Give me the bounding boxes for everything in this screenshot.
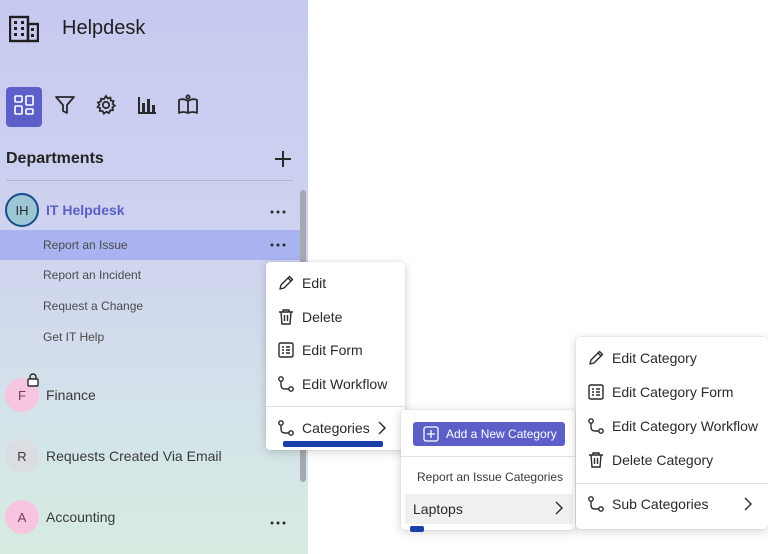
form-icon (276, 340, 296, 360)
lock-icon (26, 373, 40, 387)
more-options-icon[interactable] (266, 204, 290, 220)
workflow-icon (276, 418, 296, 438)
sub-item-label: Get IT Help (43, 330, 105, 344)
menu-item-label: Edit Category Workflow (612, 418, 759, 434)
sidebar: Helpdesk Departments IH IT Helpdesk Repo… (0, 0, 308, 554)
category-item-laptops[interactable]: Laptops (405, 494, 573, 524)
department-accounting[interactable]: A Accounting (0, 497, 300, 537)
menu-item-label: Edit Category (612, 350, 697, 366)
avatar: R (5, 439, 39, 473)
menu-item-delete-category[interactable]: Delete Category (576, 444, 768, 476)
pencil-icon (276, 273, 296, 293)
menu-item-edit-category[interactable]: Edit Category (576, 342, 768, 374)
menu-item-edit-category-form[interactable]: Edit Category Form (576, 376, 768, 408)
settings-button[interactable] (88, 87, 124, 127)
sub-item-label: Request a Change (43, 299, 144, 313)
categories-heading: Report an Issue Categories (417, 470, 564, 484)
more-options-icon[interactable] (266, 515, 290, 531)
sub-item-report-an-incident[interactable]: Report an Incident (0, 260, 300, 290)
dashboard-button[interactable] (6, 87, 42, 127)
category-label: Laptops (413, 501, 463, 517)
department-requests-created-via-email[interactable]: R Requests Created Via Email (0, 436, 300, 476)
menu-item-edit-form[interactable]: Edit Form (266, 334, 405, 366)
menu-item-delete[interactable]: Delete (266, 301, 405, 333)
sub-item-label: Report an Incident (43, 268, 142, 282)
menu-item-sub-categories[interactable]: Sub Categories (576, 488, 768, 520)
menu-item-label: Sub Categories (612, 496, 709, 512)
filter-icon (54, 94, 76, 121)
avatar: IH (5, 193, 39, 227)
menu-separator (576, 483, 768, 484)
book-icon (177, 93, 199, 121)
annotation-underline (410, 526, 424, 532)
app-title: Helpdesk (62, 16, 146, 39)
menu-item-label: Categories (302, 420, 370, 436)
divider (6, 180, 293, 181)
workflow-icon (586, 494, 606, 514)
gear-icon (95, 93, 117, 121)
filter-button[interactable] (47, 87, 83, 127)
trash-icon (586, 450, 606, 470)
menu-separator (266, 406, 405, 407)
sub-item-get-it-help[interactable]: Get IT Help (0, 322, 300, 352)
reports-button[interactable] (129, 87, 165, 127)
building-icon (8, 12, 40, 44)
category-actions-menu: Edit Category Edit Category Form Edit Ca… (576, 337, 768, 529)
bar-chart-icon (136, 94, 158, 121)
menu-item-edit-category-workflow[interactable]: Edit Category Workflow (576, 410, 768, 442)
department-finance[interactable]: F Finance (0, 373, 300, 415)
department-it-helpdesk[interactable]: IH IT Helpdesk (0, 190, 300, 230)
chevron-right-icon (376, 421, 388, 440)
menu-item-label: Delete Category (612, 452, 714, 468)
menu-item-label: Edit Category Form (612, 384, 734, 400)
workflow-icon (276, 374, 296, 394)
departments-header: Departments (6, 146, 294, 172)
add-category-label: Add a New Category (446, 427, 557, 441)
department-name: Requests Created Via Email (46, 448, 222, 464)
app-header: Helpdesk (8, 10, 145, 46)
pencil-icon (586, 348, 606, 368)
sub-item-label: Report an Issue (43, 238, 128, 252)
more-options-icon[interactable] (266, 237, 290, 253)
form-icon (586, 382, 606, 402)
plus-box-icon (423, 426, 439, 442)
menu-item-edit-workflow[interactable]: Edit Workflow (266, 368, 405, 400)
plus-icon[interactable] (272, 148, 294, 170)
menu-item-categories[interactable]: Categories (266, 412, 405, 444)
menu-separator (401, 456, 575, 457)
add-category-button[interactable]: Add a New Category (413, 422, 565, 446)
trash-icon (276, 307, 296, 327)
chevron-right-icon (742, 497, 754, 516)
department-name: Finance (46, 387, 96, 403)
menu-item-label: Delete (302, 309, 343, 325)
department-name: Accounting (46, 509, 116, 525)
grid-icon (13, 94, 35, 121)
sub-item-request-a-change[interactable]: Request a Change (0, 291, 300, 321)
sub-item-report-an-issue[interactable]: Report an Issue (0, 230, 300, 260)
categories-menu: Add a New Category Report an Issue Categ… (401, 410, 575, 530)
chevron-right-icon (553, 501, 567, 515)
context-menu: Edit Delete Edit Form Edit Workflow Cate… (266, 262, 405, 450)
department-name: IT Helpdesk (46, 202, 125, 218)
departments-title: Departments (6, 150, 104, 167)
knowledge-button[interactable] (170, 87, 206, 127)
annotation-underline (283, 441, 383, 447)
workflow-icon (586, 416, 606, 436)
menu-item-label: Edit Form (302, 342, 363, 358)
toolbar (6, 87, 211, 127)
menu-item-label: Edit Workflow (302, 376, 388, 392)
avatar: A (5, 500, 39, 534)
menu-item-edit[interactable]: Edit (266, 267, 405, 299)
menu-item-label: Edit (302, 275, 327, 291)
